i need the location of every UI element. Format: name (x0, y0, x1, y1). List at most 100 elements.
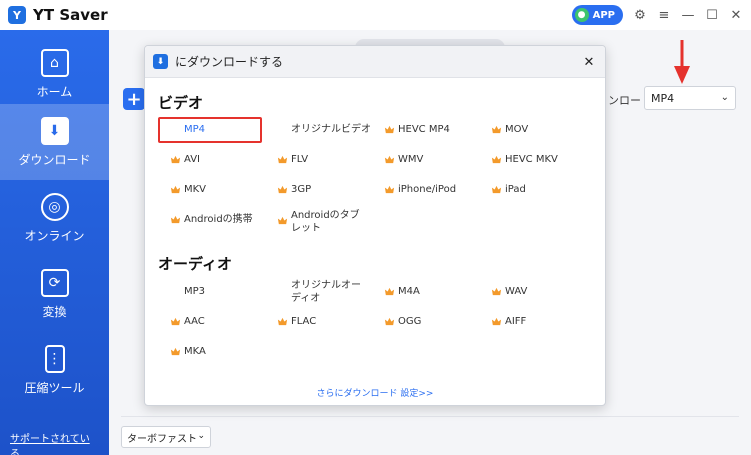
more-download-settings-link[interactable]: さらにダウンロード 設定>> (145, 386, 605, 399)
premium-crown-icon (491, 125, 502, 134)
selected-format-highlight (158, 117, 262, 143)
premium-crown-icon (277, 155, 288, 164)
format-option-mka[interactable]: MKA (170, 345, 206, 358)
format-option-android-phone[interactable]: Androidの携帯 (170, 213, 253, 226)
premium-crown-icon (491, 317, 502, 326)
format-label: MKV (184, 184, 207, 195)
format-label: AVI (184, 154, 200, 165)
app-title: YT Saver (33, 6, 108, 24)
format-option-wav[interactable]: WAV (491, 285, 527, 298)
dialog-close-icon[interactable]: ✕ (581, 54, 597, 70)
format-label: iPhone/iPod (398, 184, 457, 195)
android-icon: ● (574, 8, 589, 22)
format-option-m4a[interactable]: M4A (384, 285, 420, 298)
sidebar-item-convert[interactable]: ⟳ 変換 (0, 256, 109, 332)
premium-crown-icon (277, 185, 288, 194)
title-bar: Y YT Saver ● APP ⚙ ≡ — ☐ ✕ (0, 0, 751, 30)
format-option-ogg[interactable]: OGG (384, 315, 421, 328)
format-label: FLAC (291, 316, 317, 327)
premium-crown-icon (491, 287, 502, 296)
format-label: WMV (398, 154, 424, 165)
format-label: AAC (184, 316, 205, 327)
compress-icon: ⋮ (44, 344, 65, 373)
format-label: Androidの携帯 (184, 214, 253, 225)
format-option-mp4[interactable]: MP4 (184, 123, 205, 136)
download-format-value: MP4 (651, 91, 675, 105)
format-label: ディオ (291, 293, 321, 304)
format-label: iPad (505, 184, 526, 195)
convert-icon: ⟳ (40, 268, 69, 297)
online-icon: ◎ (40, 192, 69, 221)
format-option-flac[interactable]: FLAC (277, 315, 316, 328)
red-arrow-annotation (674, 40, 690, 84)
home-icon: ⌂ (40, 48, 69, 77)
video-section-title: ビデオ (158, 94, 204, 112)
format-option-flv[interactable]: FLV (277, 153, 308, 166)
premium-crown-icon (491, 155, 502, 164)
format-option-original-audio[interactable]: オリジナルオー ディオ (291, 279, 361, 305)
settings-icon[interactable]: ⚙ (633, 8, 647, 23)
format-option-mov[interactable]: MOV (491, 123, 528, 136)
format-label-group: オリジナルオー ディオ (291, 279, 361, 305)
format-label: MKA (184, 346, 206, 357)
premium-crown-icon (277, 317, 288, 326)
format-option-hevc-mp4[interactable]: HEVC MP4 (384, 123, 450, 136)
sidebar-item-label: 圧縮ツール (24, 380, 85, 395)
sidebar-item-label: オンライン (24, 228, 85, 243)
format-label: HEVC MKV (505, 154, 558, 165)
format-option-iphone-ipod[interactable]: iPhone/iPod (384, 183, 456, 196)
format-option-hevc-mkv[interactable]: HEVC MKV (491, 153, 558, 166)
add-url-button[interactable]: + (123, 88, 145, 110)
format-option-wmv[interactable]: WMV (384, 153, 423, 166)
speed-select[interactable]: ターボファスト ⌄ (121, 426, 211, 448)
app-logo: Y (8, 6, 26, 24)
premium-crown-icon (384, 185, 395, 194)
format-label: レット (291, 223, 321, 234)
close-icon[interactable]: ✕ (729, 8, 743, 23)
maximize-icon[interactable]: ☐ (705, 8, 719, 23)
sidebar-item-label: ダウンロード (18, 152, 91, 167)
app-badge-button[interactable]: ● APP (571, 5, 623, 25)
format-label: WAV (505, 286, 528, 297)
format-option-android-tablet[interactable]: Androidのタブ レット (277, 209, 360, 235)
dialog-title: にダウンロードする (175, 55, 284, 69)
format-option-mkv[interactable]: MKV (170, 183, 206, 196)
format-label: MP3 (184, 286, 206, 297)
premium-crown-icon (170, 347, 181, 356)
premium-crown-icon (170, 185, 181, 194)
format-label: MOV (505, 124, 529, 135)
format-option-3gp[interactable]: 3GP (277, 183, 311, 196)
sidebar-item-label: ホーム (36, 84, 73, 99)
format-label-group: Androidのタブ レット (291, 209, 360, 235)
format-option-mp3[interactable]: MP3 (184, 285, 205, 298)
sidebar-item-download[interactable]: ⬇ ダウンロード (0, 104, 109, 180)
format-label: FLV (291, 154, 309, 165)
premium-crown-icon (170, 155, 181, 164)
format-label: AIFF (505, 316, 527, 327)
sidebar-item-compress[interactable]: ⋮ 圧縮ツール (0, 332, 109, 408)
format-label: 3GP (291, 184, 312, 195)
audio-section-title: オーディオ (158, 255, 232, 273)
download-format-select[interactable]: MP4 ⌄ (644, 86, 736, 110)
sidebar: ⌂ ホーム ⬇ ダウンロード ◎ オンライン ⟳ 変換 ⋮ 圧縮ツール サポート… (0, 30, 109, 455)
premium-crown-icon (384, 287, 395, 296)
format-option-ipad[interactable]: iPad (491, 183, 526, 196)
format-label: HEVC MP4 (398, 124, 450, 135)
dialog-logo-icon: ⬇ (153, 54, 168, 69)
premium-crown-icon (277, 216, 288, 225)
format-option-aac[interactable]: AAC (170, 315, 205, 328)
menu-icon[interactable]: ≡ (657, 8, 671, 23)
format-option-aiff[interactable]: AIFF (491, 315, 526, 328)
premium-crown-icon (384, 155, 395, 164)
bottom-divider (121, 416, 739, 417)
sidebar-item-home[interactable]: ⌂ ホーム (0, 36, 109, 112)
sidebar-item-label: 変換 (42, 304, 67, 319)
format-label: オリジナルオー (291, 280, 361, 291)
format-option-avi[interactable]: AVI (170, 153, 200, 166)
sidebar-item-online[interactable]: ◎ オンライン (0, 180, 109, 256)
format-label: オリジナルビデオ (291, 124, 371, 135)
format-option-original-video[interactable]: オリジナルビデオ (291, 123, 371, 136)
supported-sites-link[interactable]: サポートされている... (10, 430, 109, 455)
dialog-header: ⬇ にダウンロードする ✕ (145, 46, 605, 78)
minimize-icon[interactable]: — (681, 8, 695, 23)
